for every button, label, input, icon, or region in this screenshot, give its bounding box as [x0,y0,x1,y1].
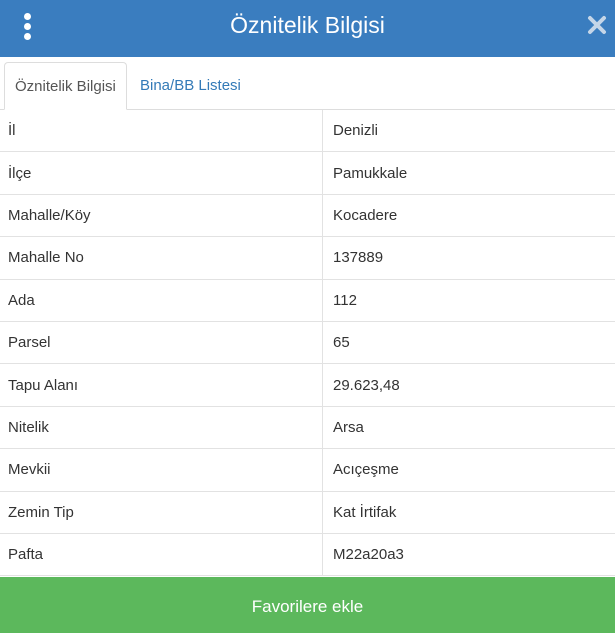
column-divider [322,194,323,237]
attribute-key: İl [8,122,16,140]
attribute-key: Mahalle No [8,249,84,267]
attribute-value: 65 [333,334,350,352]
attribute-key: Pafta [8,546,44,564]
attribute-value: Pamukkale [333,164,408,182]
table-row: İl Denizli [0,110,615,153]
table-row: Pafta M22a20a3 [0,533,615,577]
column-divider [322,110,323,152]
close-icon[interactable] [587,15,607,35]
attribute-key: İlçe [8,164,32,182]
tab-bar: Öznitelik Bilgisi Bina/BB Listesi [0,57,615,110]
table-row: Mevkii Acıçeşme [0,449,615,492]
attribute-key: Nitelik [8,418,49,436]
column-divider [322,152,323,194]
attribute-key: Mahalle/Köy [8,206,91,224]
table-row: Zemin Tip Kat İrtifak [0,491,615,534]
add-to-favorites-button[interactable]: Favorilere ekle [0,577,615,633]
table-row: Nitelik Arsa [0,406,615,450]
attribute-key: Ada [8,291,35,309]
attribute-value: Arsa [333,418,364,436]
attribute-value: 112 [333,291,357,309]
attribute-value: M22a20a3 [333,546,404,564]
column-divider [322,491,323,533]
column-divider [322,406,323,449]
attribute-key: Zemin Tip [8,503,74,521]
attribute-info-panel: Öznitelik Bilgisi Öznitelik Bilgisi Bina… [0,0,615,633]
attribute-table: İl Denizli İlçe Pamukkale Mahalle/Köy Ko… [0,110,615,577]
table-row: Ada 112 [0,279,615,322]
attribute-key: Tapu Alanı [8,376,79,394]
table-row: Mahalle No 137889 [0,237,615,280]
attribute-value: 137889 [333,249,384,267]
attribute-value: Kat İrtifak [333,503,397,521]
column-divider [322,449,323,491]
panel-header: Öznitelik Bilgisi [0,0,615,57]
attribute-key: Parsel [8,334,51,352]
tab-attribute-info[interactable]: Öznitelik Bilgisi [4,62,127,110]
attribute-key: Mevkii [8,461,51,479]
attribute-value: Denizli [333,122,379,140]
column-divider [322,279,323,321]
panel-title: Öznitelik Bilgisi [230,12,385,38]
table-row: Tapu Alanı 29.623,48 [0,364,615,407]
attribute-value: Kocadere [333,206,398,224]
column-divider [322,237,323,279]
column-divider [322,533,323,576]
attribute-value: 29.623,48 [333,376,400,394]
table-row: Parsel 65 [0,321,615,365]
column-divider [322,364,323,406]
table-row: İlçe Pamukkale [0,152,615,195]
table-row: Mahalle/Köy Kocadere [0,194,615,238]
attribute-value: Acıçeşme [333,461,399,479]
tab-building-list[interactable]: Bina/BB Listesi [130,62,251,109]
column-divider [322,321,323,364]
